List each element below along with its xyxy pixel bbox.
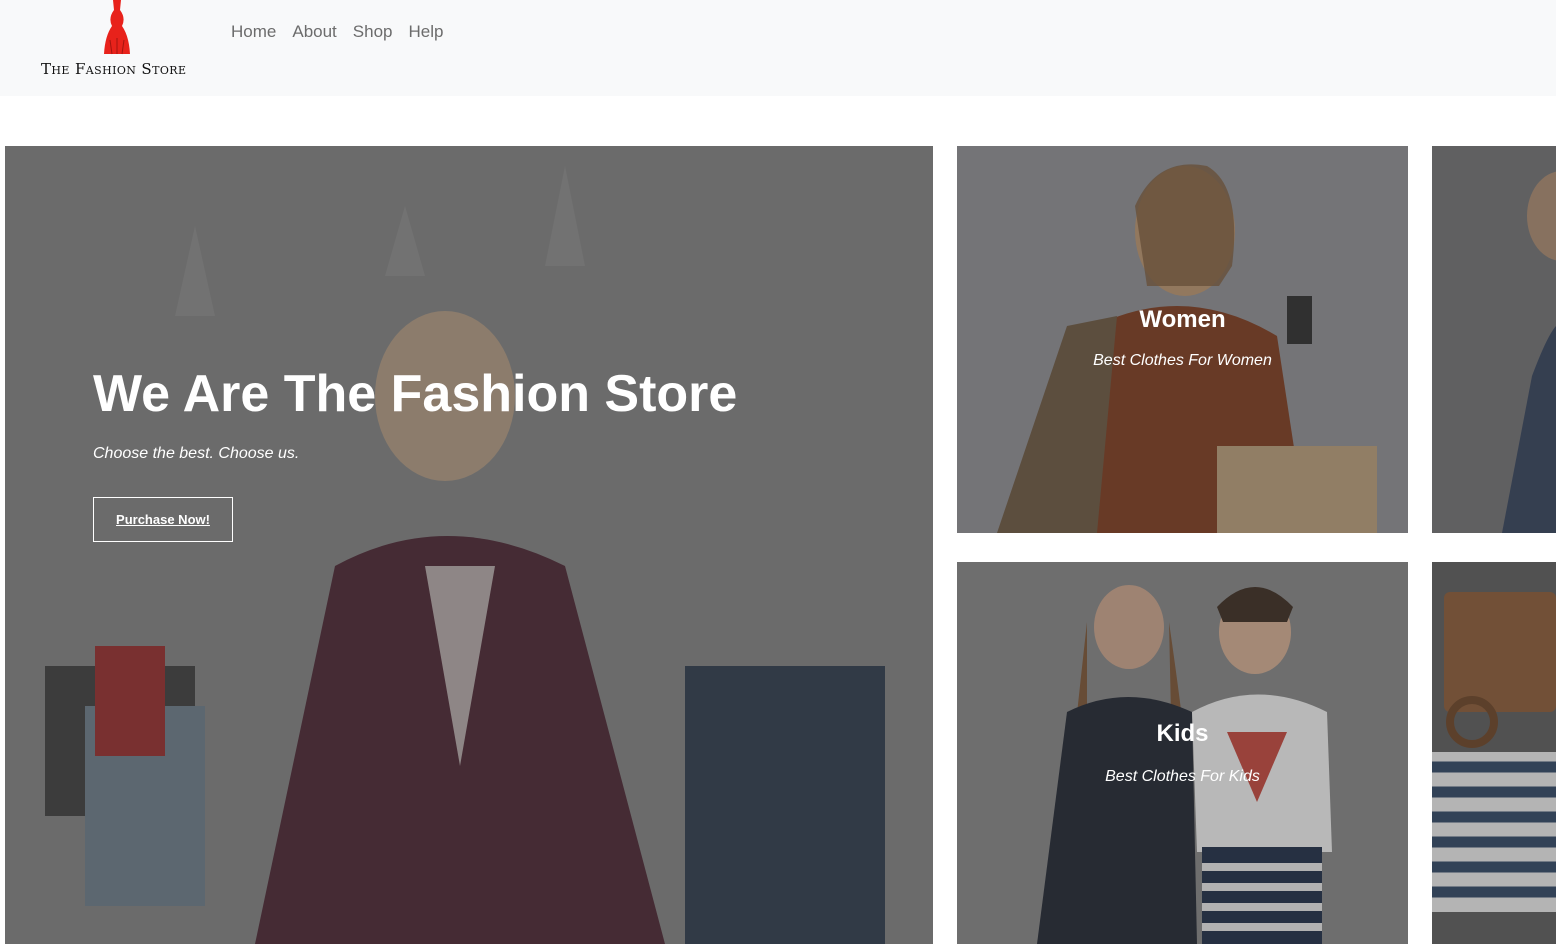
- main-nav: Home About Shop Help: [231, 22, 443, 42]
- brand-name: The Fashion Store: [41, 60, 187, 78]
- navbar: The Fashion Store Home About Shop Help: [0, 0, 1556, 96]
- kids-title: Kids: [1156, 720, 1209, 747]
- hero-photo: [5, 146, 933, 944]
- nav-shop[interactable]: Shop: [353, 22, 393, 42]
- category-tile-men[interactable]: [1432, 146, 1556, 533]
- category-tile-accessories[interactable]: [1432, 562, 1556, 944]
- men-photo: [1432, 146, 1556, 533]
- nav-help[interactable]: Help: [409, 22, 444, 42]
- brand-logo[interactable]: The Fashion Store: [36, 0, 196, 96]
- category-tile-kids[interactable]: Kids Best Clothes For Kids: [957, 562, 1408, 944]
- women-photo: [957, 146, 1408, 533]
- accessories-photo: [1432, 562, 1556, 944]
- dress-icon: [104, 0, 130, 55]
- nav-home[interactable]: Home: [231, 22, 276, 42]
- hero-banner: We Are The Fashion Store Choose the best…: [5, 146, 933, 944]
- hero-title: We Are The Fashion Store: [93, 365, 738, 423]
- nav-about[interactable]: About: [292, 22, 336, 42]
- women-subtitle: Best Clothes For Women: [1093, 352, 1272, 369]
- kids-subtitle: Best Clothes For Kids: [1105, 768, 1260, 785]
- category-tile-women[interactable]: Women Best Clothes For Women: [957, 146, 1408, 533]
- purchase-now-button[interactable]: Purchase Now!: [93, 497, 233, 542]
- hero-subtitle: Choose the best. Choose us.: [93, 445, 300, 462]
- women-title: Women: [1139, 306, 1226, 333]
- kids-photo: [957, 562, 1408, 944]
